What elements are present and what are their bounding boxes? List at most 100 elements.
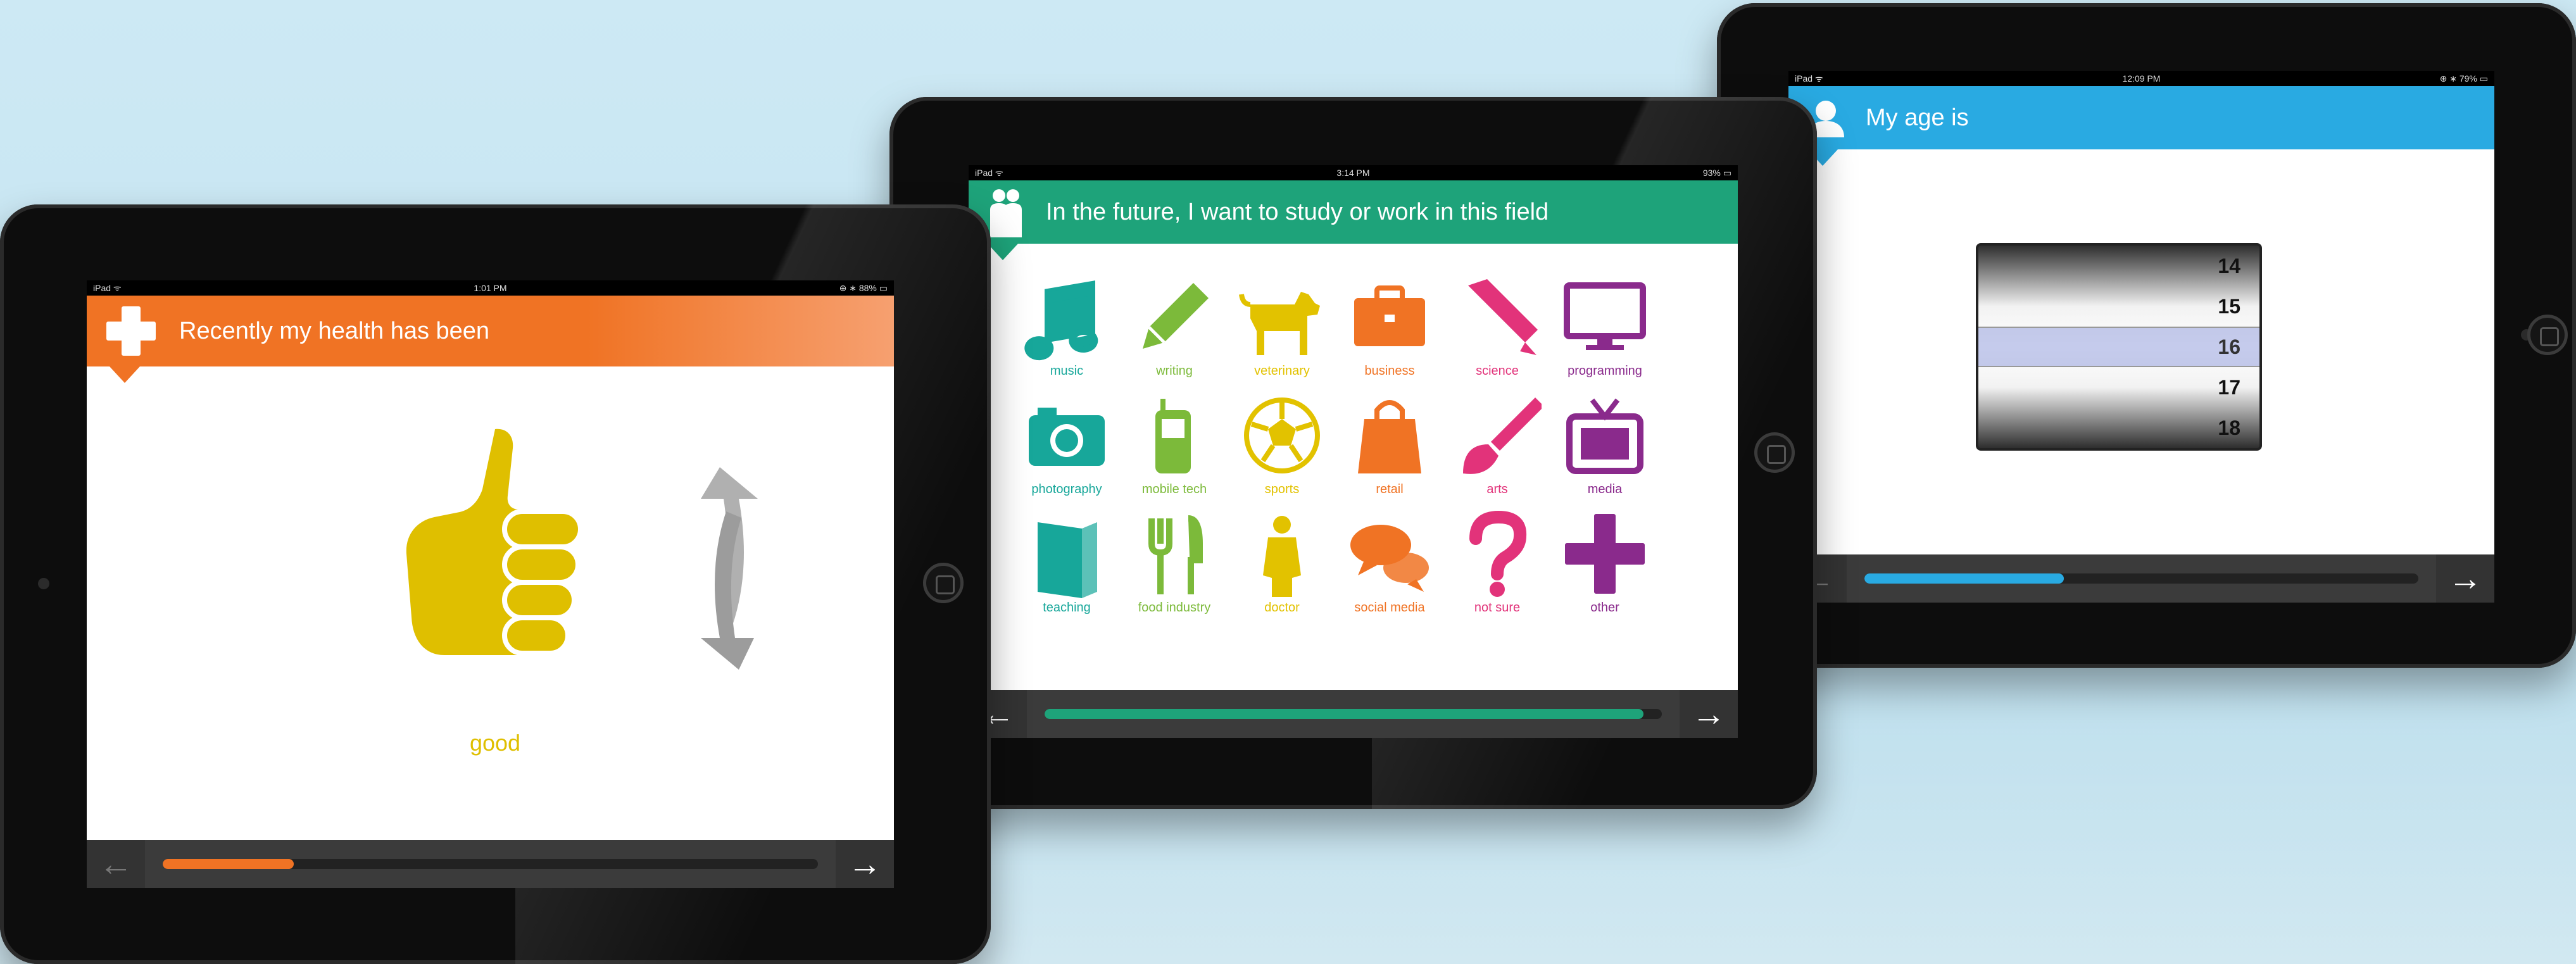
home-button[interactable] bbox=[2527, 315, 2568, 355]
fork-knife-icon bbox=[1148, 515, 1203, 594]
field-option-label: social media bbox=[1354, 601, 1425, 615]
nav-footer: ← → bbox=[1788, 554, 2494, 603]
age-picker[interactable]: 14 15 16 17 18 bbox=[1976, 243, 2262, 451]
doctor-icon bbox=[1263, 516, 1301, 597]
next-button[interactable]: → bbox=[1680, 690, 1738, 738]
dog-icon bbox=[1239, 292, 1320, 355]
nav-footer: ← → bbox=[87, 840, 894, 888]
camera-icon bbox=[1029, 408, 1105, 466]
ipad-health: iPad ᯤ 1:01 PM ⊕ ∗ 88% ▭ Recently my hea… bbox=[0, 204, 991, 964]
age-option[interactable]: 18 bbox=[1978, 408, 2259, 448]
home-button[interactable] bbox=[923, 563, 964, 603]
progress-fill bbox=[1864, 573, 2064, 584]
tv-icon bbox=[1566, 398, 1643, 474]
field-option-veterinary[interactable]: veterinary bbox=[1228, 273, 1336, 379]
age-option[interactable]: 17 bbox=[1978, 367, 2259, 408]
ipad-field: iPad ᯤ 3:14 PM 93% ▭ In the future, I wa… bbox=[889, 97, 1817, 809]
back-button[interactable]: ← bbox=[87, 840, 145, 888]
pencil-icon bbox=[1143, 283, 1209, 349]
field-option-writing[interactable]: writing bbox=[1121, 273, 1228, 379]
monitor-icon bbox=[1564, 282, 1646, 350]
field-option-other[interactable]: other bbox=[1551, 510, 1659, 615]
progress-bar bbox=[163, 859, 818, 869]
field-option-label: other bbox=[1590, 601, 1619, 615]
plus-icon bbox=[1565, 514, 1645, 594]
status-bar: iPad ᯤ 3:14 PM 93% ▭ bbox=[969, 165, 1738, 180]
phone-icon bbox=[1155, 399, 1191, 473]
progress-bar bbox=[1864, 573, 2418, 584]
people-icon bbox=[990, 189, 1022, 237]
field-option-label: writing bbox=[1156, 364, 1193, 378]
field-option-media[interactable]: media bbox=[1551, 391, 1659, 497]
thumbs-up-icon bbox=[406, 429, 583, 656]
status-bar: iPad ᯤ 1:01 PM ⊕ ∗ 88% ▭ bbox=[87, 280, 894, 296]
field-option-label: doctor bbox=[1264, 601, 1300, 615]
age-screen: iPad ᯤ 12:09 PM ⊕ ∗ 79% ▭ My age is 14 15… bbox=[1788, 71, 2494, 603]
field-option-photography[interactable]: photography bbox=[1013, 391, 1121, 497]
soccer-ball-icon bbox=[1244, 397, 1320, 473]
brush-icon bbox=[1463, 397, 1542, 474]
shopping-bag-icon bbox=[1358, 400, 1421, 473]
progress-fill bbox=[1045, 709, 1643, 719]
field-option-retail[interactable]: retail bbox=[1336, 391, 1443, 497]
field-option-sports[interactable]: sports bbox=[1228, 391, 1336, 497]
question-header: In the future, I want to study or work i… bbox=[969, 180, 1738, 260]
field-option-label: media bbox=[1587, 482, 1623, 496]
field-option-arts[interactable]: arts bbox=[1443, 391, 1551, 497]
field-option-label: business bbox=[1364, 364, 1415, 378]
pen-icon bbox=[1468, 279, 1538, 355]
field-option-label: not sure bbox=[1474, 601, 1521, 615]
clock: 3:14 PM bbox=[1336, 168, 1370, 178]
field-screen: iPad ᯤ 3:14 PM 93% ▭ In the future, I wa… bbox=[969, 165, 1738, 738]
next-button[interactable]: → bbox=[836, 840, 894, 888]
progress-bar bbox=[1045, 709, 1662, 719]
header-pointer bbox=[110, 366, 140, 383]
age-option[interactable]: 15 bbox=[1978, 286, 2259, 327]
field-option-music[interactable]: music bbox=[1013, 273, 1121, 379]
header-pointer bbox=[988, 244, 1018, 260]
question-icon bbox=[1469, 510, 1527, 597]
field-option-label: arts bbox=[1486, 482, 1508, 496]
camera bbox=[38, 578, 49, 589]
question-title: Recently my health has been bbox=[179, 317, 490, 344]
field-option-doctor[interactable]: doctor bbox=[1228, 510, 1336, 615]
question-header: My age is bbox=[1788, 86, 2494, 166]
field-option-social-media[interactable]: social media bbox=[1336, 510, 1443, 615]
field-option-label: retail bbox=[1376, 482, 1404, 496]
field-option-label: sports bbox=[1264, 482, 1300, 496]
age-option[interactable]: 14 bbox=[1978, 246, 2259, 286]
field-option-label: teaching bbox=[1043, 601, 1091, 615]
clock: 1:01 PM bbox=[474, 283, 507, 293]
field-options-grid: music writing veterinary business science pro… bbox=[1013, 273, 1659, 615]
question-title: In the future, I want to study or work i… bbox=[1046, 198, 1549, 225]
field-option-label: programming bbox=[1568, 364, 1642, 378]
briefcase-icon bbox=[1354, 285, 1425, 346]
ipad-age: iPad ᯤ 12:09 PM ⊕ ∗ 79% ▭ My age is 14 15… bbox=[1717, 3, 2576, 668]
music-icon bbox=[1024, 280, 1098, 361]
nav-footer: ← → bbox=[969, 690, 1738, 738]
clock: 12:09 PM bbox=[2122, 73, 2161, 84]
age-option[interactable]: 16 bbox=[1978, 327, 2259, 367]
swap-arrows-icon[interactable] bbox=[694, 461, 764, 676]
field-option-mobile-tech[interactable]: mobile tech bbox=[1121, 391, 1228, 497]
field-option-not-sure[interactable]: not sure bbox=[1443, 510, 1551, 615]
field-option-label: photography bbox=[1031, 482, 1102, 496]
field-option-label: veterinary bbox=[1254, 364, 1310, 378]
field-option-business[interactable]: business bbox=[1336, 273, 1443, 379]
field-option-label: food industry bbox=[1138, 601, 1211, 615]
home-button[interactable] bbox=[1754, 432, 1795, 473]
answer-label: good bbox=[469, 730, 521, 756]
field-option-label: mobile tech bbox=[1141, 482, 1207, 496]
field-option-label: music bbox=[1050, 364, 1084, 378]
field-option-science[interactable]: science bbox=[1443, 273, 1551, 379]
field-option-food-industry[interactable]: food industry bbox=[1121, 510, 1228, 615]
book-icon bbox=[1038, 522, 1097, 598]
status-bar: iPad ᯤ 12:09 PM ⊕ ∗ 79% ▭ bbox=[1788, 71, 2494, 86]
plus-cross-icon bbox=[106, 306, 156, 356]
next-button[interactable]: → bbox=[2436, 554, 2494, 603]
field-option-teaching[interactable]: teaching bbox=[1013, 510, 1121, 615]
chat-bubbles-icon bbox=[1350, 525, 1429, 592]
field-option-programming[interactable]: programming bbox=[1551, 273, 1659, 379]
question-title: My age is bbox=[1866, 104, 1969, 131]
progress-fill bbox=[163, 859, 294, 869]
